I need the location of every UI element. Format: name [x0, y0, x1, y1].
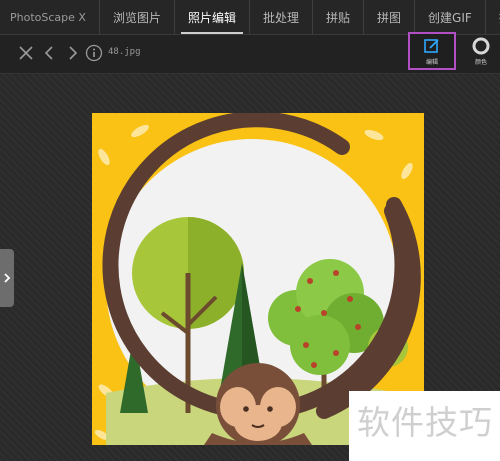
- info-icon[interactable]: [82, 41, 106, 65]
- edit-label: 编辑: [425, 58, 438, 66]
- tab-print[interactable]: 打印: [486, 0, 500, 34]
- edit-button[interactable]: 编辑: [408, 32, 456, 70]
- tab-combine[interactable]: 拼图: [364, 0, 416, 34]
- file-name: 48.jpg: [108, 47, 141, 57]
- panel-toggle-handle[interactable]: [0, 249, 14, 307]
- tab-collage[interactable]: 拼贴: [313, 0, 364, 34]
- chevron-left-icon[interactable]: [38, 41, 62, 65]
- tab-photo-editor[interactable]: 照片编辑: [175, 0, 250, 34]
- color-circle-icon: [472, 37, 490, 54]
- tab-batch[interactable]: 批处理: [250, 0, 313, 34]
- chevron-right-icon[interactable]: [60, 41, 84, 65]
- tab-viewer[interactable]: 浏览图片: [100, 0, 175, 34]
- tab-create-gif[interactable]: 创建GIF: [415, 0, 486, 34]
- close-icon[interactable]: [14, 41, 38, 65]
- color-button[interactable]: 颜色: [466, 34, 496, 68]
- chevron-right-small-icon: [4, 273, 11, 283]
- edit-icon: [424, 38, 439, 53]
- app-brand-tab[interactable]: PhotoScape X: [0, 0, 100, 34]
- main-menu-bar: PhotoScape X 浏览图片 照片编辑 批处理 拼贴 拼图 创建GIF 打…: [0, 0, 500, 35]
- watermark-text: 软件技巧: [357, 403, 493, 442]
- color-label: 颜色: [474, 58, 487, 66]
